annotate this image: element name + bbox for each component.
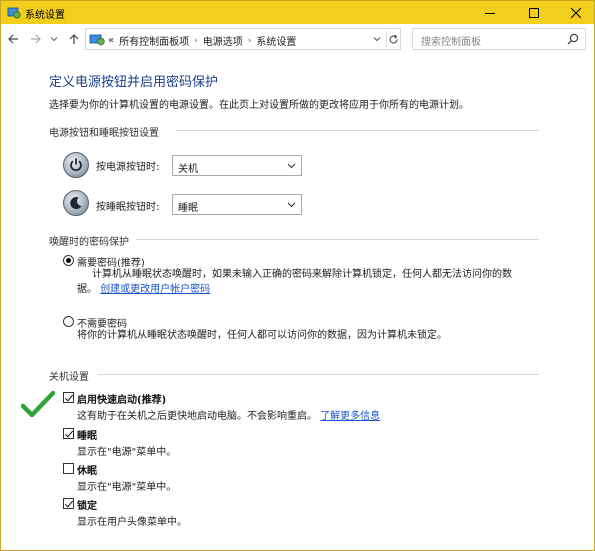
hibernate-description: 显示在"电源"菜单中。 — [77, 482, 177, 493]
main-content: 定义电源按钮并启用密码保护 选择要为你的计算机设置的电源设置。在此页上对设置所做… — [1, 55, 594, 550]
search-input[interactable]: 搜索控制面板 — [412, 28, 586, 50]
page-title: 定义电源按钮并启用密码保护 — [49, 75, 219, 90]
breadcrumb-overflow[interactable]: « — [108, 35, 114, 46]
lock-description: 显示在用户头像菜单中。 — [77, 517, 187, 528]
require-password-text-line2: 据。 — [77, 284, 97, 295]
arrow-left-icon — [8, 34, 18, 44]
fast-startup-desc-text: 这有助于在关机之后更快地启动电脑。不会影响重启。 — [77, 411, 317, 422]
navigation-bar: « 所有控制面板项 › 电源选项 › 系统设置 搜索控制面板 — [1, 24, 594, 55]
breadcrumb: « 所有控制面板项 › 电源选项 › 系统设置 — [108, 33, 296, 48]
address-dropdown-button[interactable] — [370, 32, 384, 46]
power-icon — [63, 152, 89, 178]
chevron-down-icon — [373, 37, 381, 42]
fast-startup-label[interactable]: 启用快速启动(推荐) — [77, 391, 166, 406]
breadcrumb-item-all-items[interactable]: 所有控制面板项 — [119, 33, 189, 48]
no-password-description: 将你的计算机从睡眠状态唤醒时，任何人都可以访问你的数据，因为计算机未锁定。 — [77, 330, 447, 341]
arrow-up-icon — [69, 34, 79, 44]
checkmark-annotation-icon — [21, 391, 55, 417]
system-settings-window: 系统设置 « 所有控制面板项 › 电源选项 › 系统设置 搜索控制面板 定义电源… — [0, 0, 595, 551]
sleep-description: 显示在"电源"菜单中。 — [77, 447, 177, 458]
breadcrumb-item-system-settings[interactable]: 系统设置 — [256, 33, 296, 48]
control-panel-icon — [7, 7, 21, 19]
learn-more-link[interactable]: 了解更多信息 — [320, 411, 380, 422]
section-title-buttons: 电源按钮和睡眠按钮设置 — [49, 128, 159, 139]
forward-button[interactable] — [29, 32, 43, 46]
lock-label[interactable]: 锁定 — [77, 497, 97, 512]
breadcrumb-separator[interactable]: › — [248, 36, 252, 46]
lock-checkbox[interactable] — [63, 498, 74, 509]
hibernate-label[interactable]: 休眠 — [77, 462, 97, 477]
require-password-radio[interactable] — [63, 255, 74, 266]
close-icon — [571, 7, 581, 18]
up-button[interactable] — [67, 32, 81, 46]
power-button-label: 按电源按钮时: — [96, 162, 160, 173]
create-change-password-link[interactable]: 创建或更改用户帐户密码 — [100, 284, 210, 295]
power-button-action-select[interactable]: 关机 — [172, 155, 302, 176]
chevron-down-icon — [50, 37, 58, 42]
section-divider — [136, 239, 539, 240]
sleep-label[interactable]: 睡眠 — [77, 427, 97, 442]
sleep-button-action-value: 睡眠 — [178, 203, 198, 214]
section-title-shutdown: 关机设置 — [49, 372, 89, 383]
sleep-checkbox[interactable] — [63, 428, 74, 439]
fast-startup-checkbox[interactable] — [63, 392, 74, 403]
hibernate-checkbox[interactable] — [63, 463, 74, 474]
minimize-button[interactable] — [472, 1, 508, 24]
power-button-action-value: 关机 — [178, 164, 198, 175]
section-divider — [98, 374, 539, 375]
section-divider — [176, 130, 539, 131]
control-panel-icon — [89, 34, 105, 46]
title-bar: 系统设置 — [1, 1, 594, 24]
breadcrumb-item-power-options[interactable]: 电源选项 — [203, 33, 243, 48]
sleep-button-action-select[interactable]: 睡眠 — [172, 194, 302, 215]
maximize-icon — [529, 7, 539, 18]
chevron-down-icon — [287, 202, 296, 208]
chevron-down-icon — [287, 163, 296, 169]
require-password-text-line2-row: 据。 创建或更改用户帐户密码 — [77, 282, 512, 297]
breadcrumb-separator[interactable]: › — [194, 36, 198, 46]
no-password-radio[interactable] — [63, 316, 74, 327]
sleep-button-label: 按睡眠按钮时: — [96, 202, 160, 213]
maximize-button[interactable] — [516, 1, 552, 24]
require-password-text-line1: 计算机从睡眠状态唤醒时，如果未输入正确的密码来解除计算机锁定，任何人都无法访问你… — [92, 269, 512, 280]
section-title-wake-password: 唤醒时的密码保护 — [49, 237, 129, 248]
close-button[interactable] — [558, 1, 594, 24]
address-field[interactable]: « 所有控制面板项 › 电源选项 › 系统设置 — [85, 28, 401, 50]
require-password-description: 计算机从睡眠状态唤醒时，如果未输入正确的密码来解除计算机锁定，任何人都无法访问你… — [77, 267, 512, 297]
minimize-icon — [485, 12, 495, 14]
window-title: 系统设置 — [25, 10, 65, 21]
refresh-icon — [389, 34, 398, 44]
back-button[interactable] — [6, 32, 20, 46]
search-icon — [567, 33, 579, 45]
search-placeholder: 搜索控制面板 — [421, 37, 481, 48]
sleep-icon — [63, 190, 89, 216]
recent-locations-button[interactable] — [47, 32, 61, 46]
fast-startup-description: 这有助于在关机之后更快地启动电脑。不会影响重启。 了解更多信息 — [77, 407, 380, 422]
refresh-button[interactable] — [386, 31, 400, 47]
arrow-right-icon — [31, 34, 41, 44]
page-description: 选择要为你的计算机设置的电源设置。在此页上对设置所做的更改将应用于你所有的电源计… — [49, 100, 469, 111]
